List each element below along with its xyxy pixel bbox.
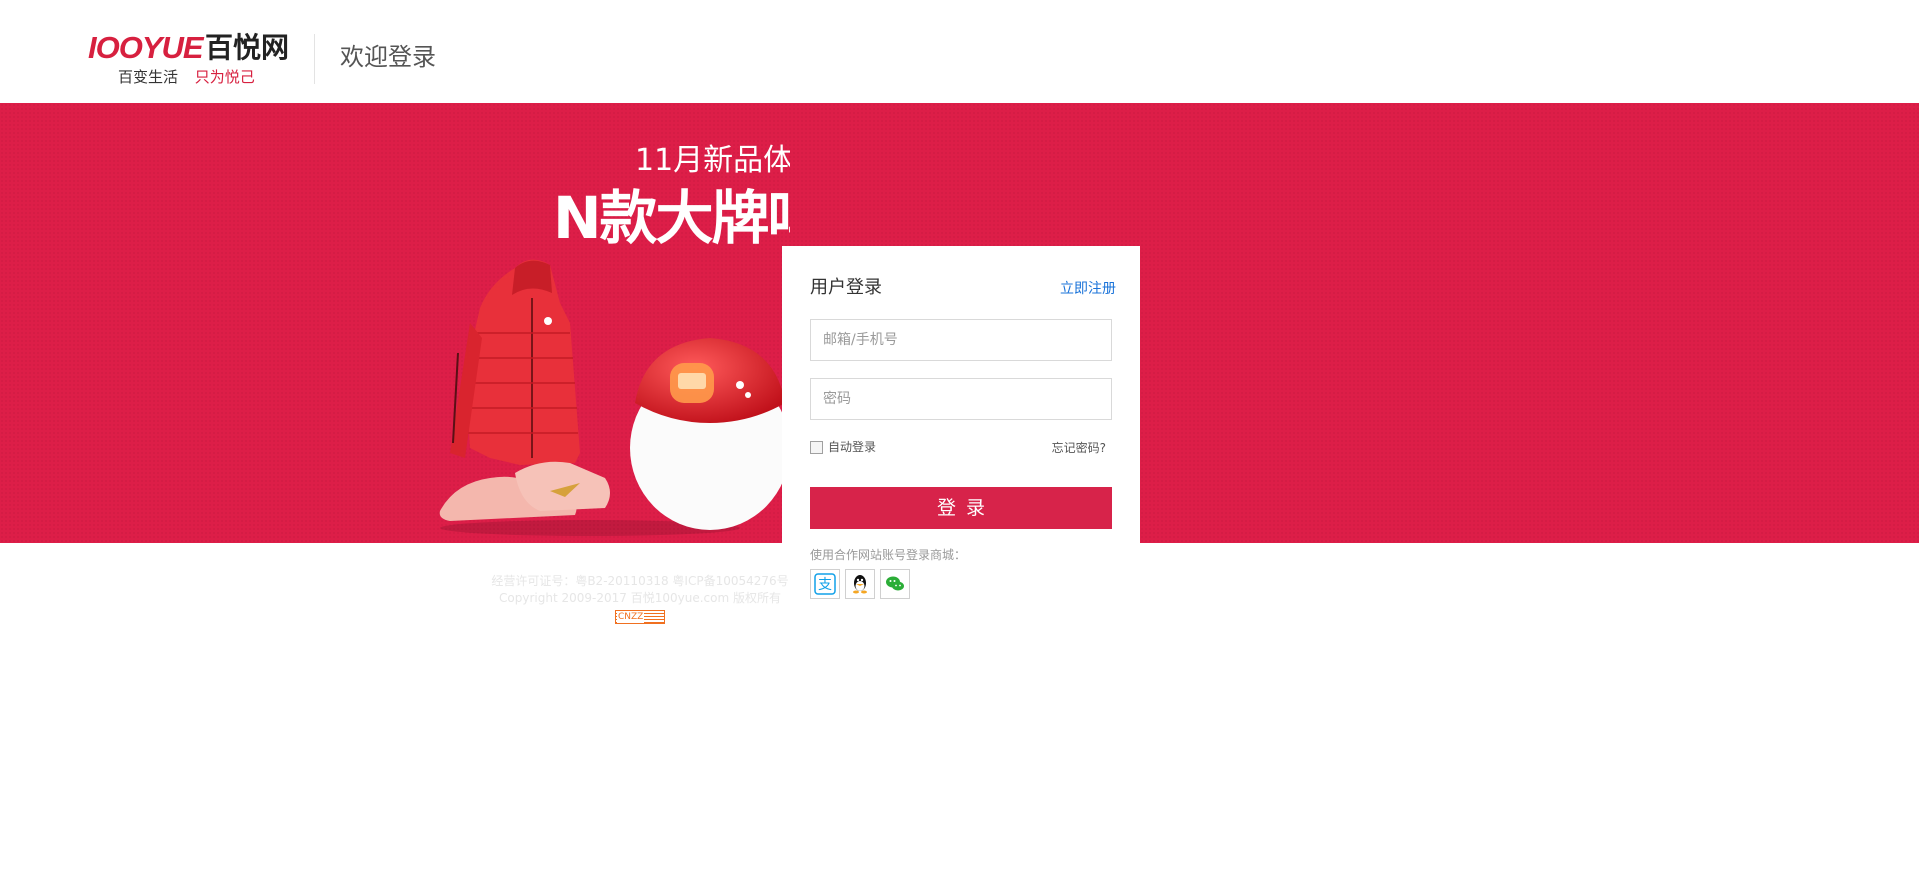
partner-login-label: 使用合作网站账号登录商城： <box>810 548 967 562</box>
auto-login-option[interactable]: 自动登录 <box>810 439 876 455</box>
promo-banner[interactable]: 11月新品体 N款大牌鸣 <box>430 103 790 543</box>
promo-products-image <box>439 259 790 536</box>
header-divider <box>314 34 315 84</box>
logo-slogan-right: 只为悦己 <box>194 68 255 86</box>
footer-copyright: Copyright 2009-2017 百悦100yue.com 版权所有 <box>499 591 781 605</box>
site-logo[interactable]: IOOYUE 百悦网 百变生活 只为悦己 <box>88 30 293 87</box>
logo-slogan: 百变生活 只为悦己 <box>118 66 255 87</box>
password-input[interactable] <box>810 378 1112 420</box>
logo-chinese-name: 百悦网 <box>205 31 290 64</box>
register-link[interactable]: 立即注册 <box>1060 280 1116 298</box>
username-input[interactable] <box>810 319 1112 361</box>
login-button[interactable]: 登录 <box>810 487 1112 529</box>
forgot-password-link[interactable]: 忘记密码? <box>1052 440 1106 456</box>
auto-login-label: 自动登录 <box>828 440 877 454</box>
logo-wordmark: IOOYUE <box>88 30 204 65</box>
site-header: IOOYUE 百悦网 百变生活 只为悦己 欢迎登录 <box>0 0 1919 103</box>
promo-headline: 11月新品体 <box>635 143 790 178</box>
site-footer: 经营许可证号：粤B2-20110318 粤ICP备10054276号 Copyr… <box>430 573 850 629</box>
cnzz-stats-badge[interactable]: CNZZ <box>615 610 665 624</box>
cnzz-badge-label: CNZZ <box>617 611 645 623</box>
promo-subheadline: N款大牌鸣 <box>553 184 790 252</box>
footer-license: 经营许可证号：粤B2-20110318 粤ICP备10054276号 <box>491 574 789 588</box>
login-banner: 11月新品体 N款大牌鸣 <box>0 103 1919 626</box>
auto-login-checkbox[interactable] <box>810 440 823 454</box>
logo-slogan-left: 百变生活 <box>118 68 179 86</box>
welcome-title: 欢迎登录 <box>340 43 436 71</box>
login-title: 用户登录 <box>810 277 882 298</box>
login-panel: 用户登录 立即注册 自动登录 忘记密码? 登录 使用合作网站账号登录商城： 支 <box>782 246 1140 626</box>
wechat-icon[interactable] <box>880 569 910 599</box>
